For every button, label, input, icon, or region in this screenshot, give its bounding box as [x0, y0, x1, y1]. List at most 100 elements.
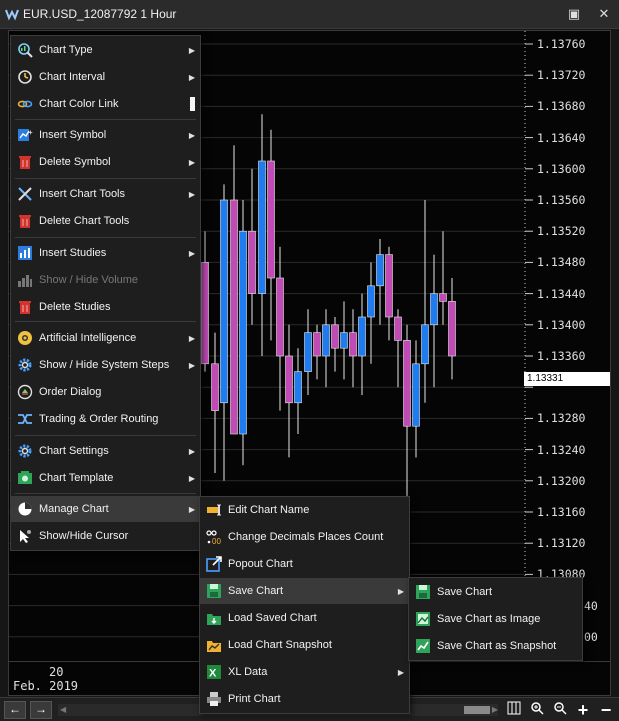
zoom-out-icon[interactable]	[550, 701, 570, 719]
order-icon	[17, 384, 33, 400]
menu-item-label: Insert Chart Tools	[39, 188, 126, 200]
manage-item-label: Popout Chart	[228, 558, 293, 570]
menu-item-show-hide-system-steps[interactable]: Show / Hide System Steps ▶	[11, 352, 200, 378]
save-snapshot-icon	[415, 638, 431, 654]
manage-item-popout-chart[interactable]: Popout Chart	[200, 551, 409, 577]
menu-separator	[15, 493, 196, 494]
menu-item-insert-studies[interactable]: Insert Studies ▶	[11, 240, 200, 266]
menu-separator	[15, 321, 196, 322]
menu-item-delete-chart-tools[interactable]: Delete Chart Tools	[11, 208, 200, 234]
popout-icon	[206, 556, 222, 572]
menu-item-chart-settings[interactable]: Chart Settings ▶	[11, 438, 200, 464]
menu-item-trading-order-routing[interactable]: Trading & Order Routing	[11, 406, 200, 432]
menu-item-insert-chart-tools[interactable]: Insert Chart Tools ▶	[11, 181, 200, 207]
menu-item-order-dialog[interactable]: Order Dialog	[11, 379, 200, 405]
menu-item-chart-type[interactable]: Chart Type ▶	[11, 37, 200, 63]
menu-item-label: Show / Hide Volume	[39, 274, 139, 286]
save-item-save-chart[interactable]: Save Chart	[409, 579, 582, 605]
save-icon	[206, 583, 222, 599]
gear-icon	[17, 357, 33, 373]
menu-item-show-hide-volume: Show / Hide Volume	[11, 267, 200, 293]
save-item-save-chart-as-snapshot[interactable]: Save Chart as Snapshot	[409, 633, 582, 659]
save-item-save-chart-as-image[interactable]: Save Chart as Image	[409, 606, 582, 632]
scroll-forward-button[interactable]: →	[30, 700, 52, 719]
menu-item-label: Manage Chart	[39, 503, 109, 515]
zoom-in-icon[interactable]	[527, 701, 547, 719]
candle-body	[276, 277, 284, 357]
price-tick-label: 1.13760	[537, 37, 586, 51]
trash-icon	[17, 299, 33, 315]
chevron-right-icon: ▶	[188, 446, 195, 456]
window-titlebar: EUR.USD_12087792 1 Hour ▣ ✕	[0, 0, 619, 29]
manage-item-edit-chart-name[interactable]: Edit Chart Name	[200, 497, 409, 523]
chevron-right-icon: ▶	[397, 667, 404, 677]
svg-text:00: 00	[212, 537, 221, 545]
candle-body	[430, 293, 438, 326]
menu-item-label: Chart Template	[39, 472, 114, 484]
add-icon[interactable]: +	[573, 701, 593, 719]
restore-button[interactable]: ▣	[559, 6, 589, 22]
current-price-tag: 1.13331	[524, 371, 610, 386]
manage-item-label: Load Saved Chart	[228, 612, 317, 624]
link-icon	[17, 96, 33, 112]
window-title: EUR.USD_12087792 1 Hour	[23, 7, 177, 21]
manage-item-label: XL Data	[228, 666, 268, 678]
remove-icon[interactable]: −	[596, 701, 616, 719]
price-tick-label: 1.13400	[537, 317, 586, 332]
trash-icon	[17, 213, 33, 229]
manage-item-save-chart[interactable]: Save Chart ▶	[200, 578, 409, 604]
save-item-label: Save Chart	[437, 586, 493, 598]
close-button[interactable]: ✕	[589, 6, 619, 22]
decimals-icon: 00	[206, 529, 222, 545]
candle-body	[349, 332, 357, 357]
menu-item-delete-symbol[interactable]: Delete Symbol ▶	[11, 149, 200, 175]
manage-item-change-decimals-places-count[interactable]: 00 Change Decimals Places Count	[200, 524, 409, 550]
candle-body	[403, 340, 411, 427]
price-tick-label: 1.13160	[537, 505, 586, 519]
svg-text:X: X	[209, 668, 217, 680]
price-tick-label: 1.13520	[537, 224, 586, 239]
scroll-left-icon[interactable]: ◀	[60, 704, 66, 716]
candle-body	[313, 332, 321, 357]
volume-icon	[17, 272, 33, 288]
manage-item-load-saved-chart[interactable]: Load Saved Chart	[200, 605, 409, 631]
price-tick-label: 40	[584, 598, 598, 613]
menu-item-chart-color-link[interactable]: Chart Color Link	[11, 91, 200, 117]
candle-body	[230, 199, 238, 435]
price-tick-label: 1.13120	[537, 536, 586, 551]
menu-separator	[15, 435, 196, 436]
chevron-right-icon: ▶	[188, 189, 195, 199]
menu-item-insert-symbol[interactable]: + Insert Symbol ▶	[11, 122, 200, 148]
menu-item-artificial-intelligence[interactable]: Artificial Intelligence ▶	[11, 325, 200, 351]
candle-body	[448, 301, 456, 357]
menu-item-show-hide-cursor[interactable]: Show/Hide Cursor	[11, 523, 200, 549]
candle-body	[367, 285, 375, 318]
studies-icon	[17, 245, 33, 261]
columns-icon[interactable]	[504, 701, 524, 719]
chevron-right-icon: ▶	[397, 586, 404, 596]
candle-body	[412, 363, 420, 427]
price-tick-label: 00	[584, 629, 598, 644]
manage-item-print-chart[interactable]: Print Chart	[200, 686, 409, 712]
scroll-right-icon[interactable]: ▶	[492, 704, 498, 716]
chart-context-menu: Chart Type ▶ Chart Interval ▶ Chart Color Li…	[10, 35, 201, 551]
manage-icon	[17, 501, 33, 517]
candle-body	[239, 230, 247, 435]
candle-body	[201, 262, 209, 365]
menu-item-delete-studies[interactable]: Delete Studies	[11, 294, 200, 320]
menu-item-chart-template[interactable]: Chart Template ▶	[11, 465, 200, 491]
price-tick-label: 1.13280	[537, 411, 586, 426]
scroll-back-button[interactable]: ←	[4, 700, 26, 719]
manage-item-xl-data[interactable]: X XL Data ▶	[200, 659, 409, 685]
candle-body	[358, 316, 366, 357]
snapshot-icon	[206, 637, 222, 653]
menu-item-manage-chart[interactable]: Manage Chart ▶	[11, 496, 200, 522]
manage-item-load-chart-snapshot[interactable]: Load Chart Snapshot	[200, 632, 409, 658]
menu-item-label: Chart Interval	[39, 71, 106, 83]
load-icon	[206, 610, 222, 626]
scrollbar-thumb[interactable]	[464, 705, 490, 714]
cursor-icon	[17, 528, 33, 544]
toggle-indicator[interactable]	[190, 97, 195, 111]
chevron-right-icon: ▶	[188, 333, 195, 343]
menu-item-chart-interval[interactable]: Chart Interval ▶	[11, 64, 200, 90]
